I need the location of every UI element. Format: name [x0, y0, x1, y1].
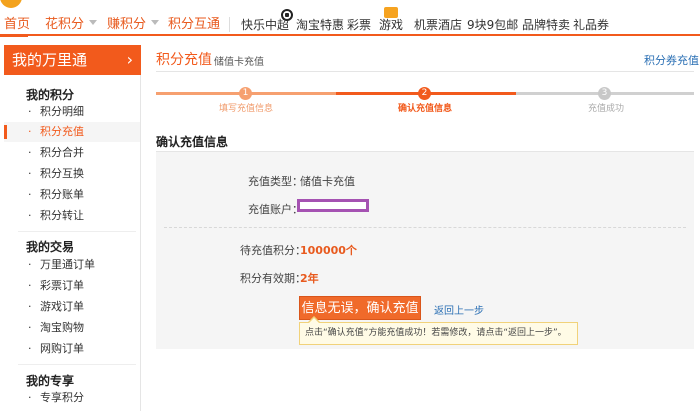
sidebar-item-label: 积分合并	[40, 146, 84, 159]
nav-9-9-free-shipping[interactable]: 9块9包邮	[467, 16, 518, 34]
nav-spend-points[interactable]: 花积分	[45, 16, 98, 34]
sidebar-item-exclusive-points[interactable]: · 专享积分	[4, 388, 140, 408]
sidebar-group-title: 我的积分	[26, 88, 75, 102]
back-step-link[interactable]: 返回上一步	[434, 302, 484, 317]
section-title: 确认充值信息	[156, 135, 229, 149]
nav-home[interactable]: 首页	[4, 16, 30, 34]
sidebar-item-label: 网购订单	[40, 342, 84, 355]
sidebar-item-lottery-orders[interactable]: · 彩票订单	[4, 276, 140, 296]
nav-brand-sale[interactable]: 品牌特卖	[522, 16, 570, 34]
nav-happy-league[interactable]: 快乐中超	[241, 16, 289, 34]
active-tab-underline	[0, 34, 28, 37]
recharge-type-label: 充值类型：	[248, 175, 303, 188]
sidebar-header[interactable]: 我的万里通 ›	[4, 45, 141, 75]
chevron-right-icon: ›	[126, 50, 133, 69]
sidebar-item-label: 游戏订单	[40, 300, 84, 313]
nav-divider	[229, 17, 230, 32]
pending-points-value: 100000个	[300, 244, 357, 257]
page-title: 积分充值	[156, 52, 212, 68]
validity-value: 2年	[300, 272, 319, 285]
nav-spend-points-label: 花积分	[45, 17, 85, 32]
recharge-type-value: 储值卡充值	[300, 175, 355, 188]
sidebar-item-label: 万里通订单	[40, 258, 95, 271]
bullet-icon: ·	[28, 188, 32, 201]
step-1-indicator: 1	[239, 87, 252, 100]
nav-taobao-deals[interactable]: 淘宝特惠	[296, 16, 344, 34]
sidebar-item-wanlitong-orders[interactable]: · 万里通订单	[4, 255, 140, 275]
bullet-icon: ·	[28, 300, 32, 313]
nav-earn-points-label: 赚积分	[107, 17, 147, 32]
step-2-label: 确认充值信息	[398, 104, 453, 114]
bullet-icon: ·	[28, 258, 32, 271]
sidebar-item-points-swap[interactable]: · 积分互换	[4, 164, 140, 184]
sidebar-group-title: 我的专享	[26, 374, 75, 388]
step-2-indicator: 2	[418, 87, 431, 100]
bullet-icon: ·	[28, 342, 32, 355]
recharge-account-value	[297, 199, 369, 212]
sidebar-group-title: 我的交易	[26, 240, 75, 254]
sidebar-item-points-detail[interactable]: · 积分明细	[4, 102, 140, 122]
sidebar-item-label: 积分明细	[40, 105, 84, 118]
pending-points-label: 待充值积分：	[240, 244, 306, 257]
confirm-panel	[156, 152, 694, 349]
step-3-indicator: 3	[598, 87, 611, 100]
sidebar-item-points-merge[interactable]: · 积分合并	[4, 143, 140, 163]
title-divider	[156, 71, 694, 72]
step-3-label: 充值成功	[588, 104, 625, 114]
step-1-label: 填写充值信息	[219, 104, 274, 114]
sidebar-item-points-transfer[interactable]: · 积分转让	[4, 206, 140, 226]
sidebar-item-points-bill[interactable]: · 积分账单	[4, 185, 140, 205]
sidebar-item-points-recharge[interactable]: · 积分充值	[4, 122, 140, 142]
sidebar-item-label: 淘宝购物	[40, 321, 84, 334]
sidebar-item-label: 积分转让	[40, 209, 84, 222]
sidebar: 我的万里通 › 我的积分 · 积分明细 · 积分充值 · 积分合并 · 积分互换 · 积分…	[4, 45, 141, 411]
tip-message: 点击“确认充值”方能充值成功！若需修改，请点击“返回上一步”。	[299, 322, 578, 345]
bullet-icon: ·	[28, 279, 32, 292]
nav-gift-coupons[interactable]: 礼品券	[573, 16, 609, 34]
validity-label: 积分有效期：	[240, 272, 306, 285]
page-subtitle: 储值卡充值	[214, 57, 264, 68]
recharge-account-label: 充值账户：	[248, 203, 303, 216]
sidebar-divider	[18, 364, 136, 365]
bullet-icon: ·	[28, 321, 32, 334]
sidebar-item-game-orders[interactable]: · 游戏订单	[4, 297, 140, 317]
logo-icon	[0, 0, 22, 8]
bullet-icon: ·	[28, 391, 32, 404]
sidebar-item-online-orders[interactable]: · 网购订单	[4, 339, 140, 359]
nav-earn-points[interactable]: 赚积分	[107, 16, 160, 34]
bullet-icon: ·	[28, 209, 32, 222]
sidebar-title: 我的万里通	[12, 51, 88, 69]
sidebar-item-label: 积分互换	[40, 167, 84, 180]
sidebar-item-label: 彩票订单	[40, 279, 84, 292]
nav-games[interactable]: 游戏	[379, 16, 403, 34]
sidebar-item-label: 积分账单	[40, 188, 84, 201]
bullet-icon: ·	[28, 167, 32, 180]
dashed-divider	[164, 227, 686, 228]
tooltip-arrow-inner	[309, 318, 319, 323]
bullet-icon: ·	[28, 105, 32, 118]
coupon-recharge-link[interactable]: 积分券充值	[644, 52, 699, 68]
nav-lottery[interactable]: 彩票	[347, 16, 371, 34]
chevron-down-icon	[89, 20, 98, 25]
nav-points-exchange[interactable]: 积分互通	[168, 16, 220, 34]
sidebar-item-label: 积分充值	[40, 125, 84, 138]
top-nav: 首页 花积分 赚积分 积分互通 快乐中超 淘宝特惠 彩票 游戏 机票酒店 9块9…	[0, 0, 700, 37]
sidebar-item-label: 专享积分	[40, 391, 84, 404]
bullet-icon: ·	[28, 125, 32, 138]
bullet-icon: ·	[28, 146, 32, 159]
nav-flights-hotels[interactable]: 机票酒店	[414, 16, 462, 34]
chevron-down-icon	[151, 20, 160, 25]
sidebar-item-taobao-shopping[interactable]: · 淘宝购物	[4, 318, 140, 338]
sidebar-divider	[18, 231, 136, 232]
